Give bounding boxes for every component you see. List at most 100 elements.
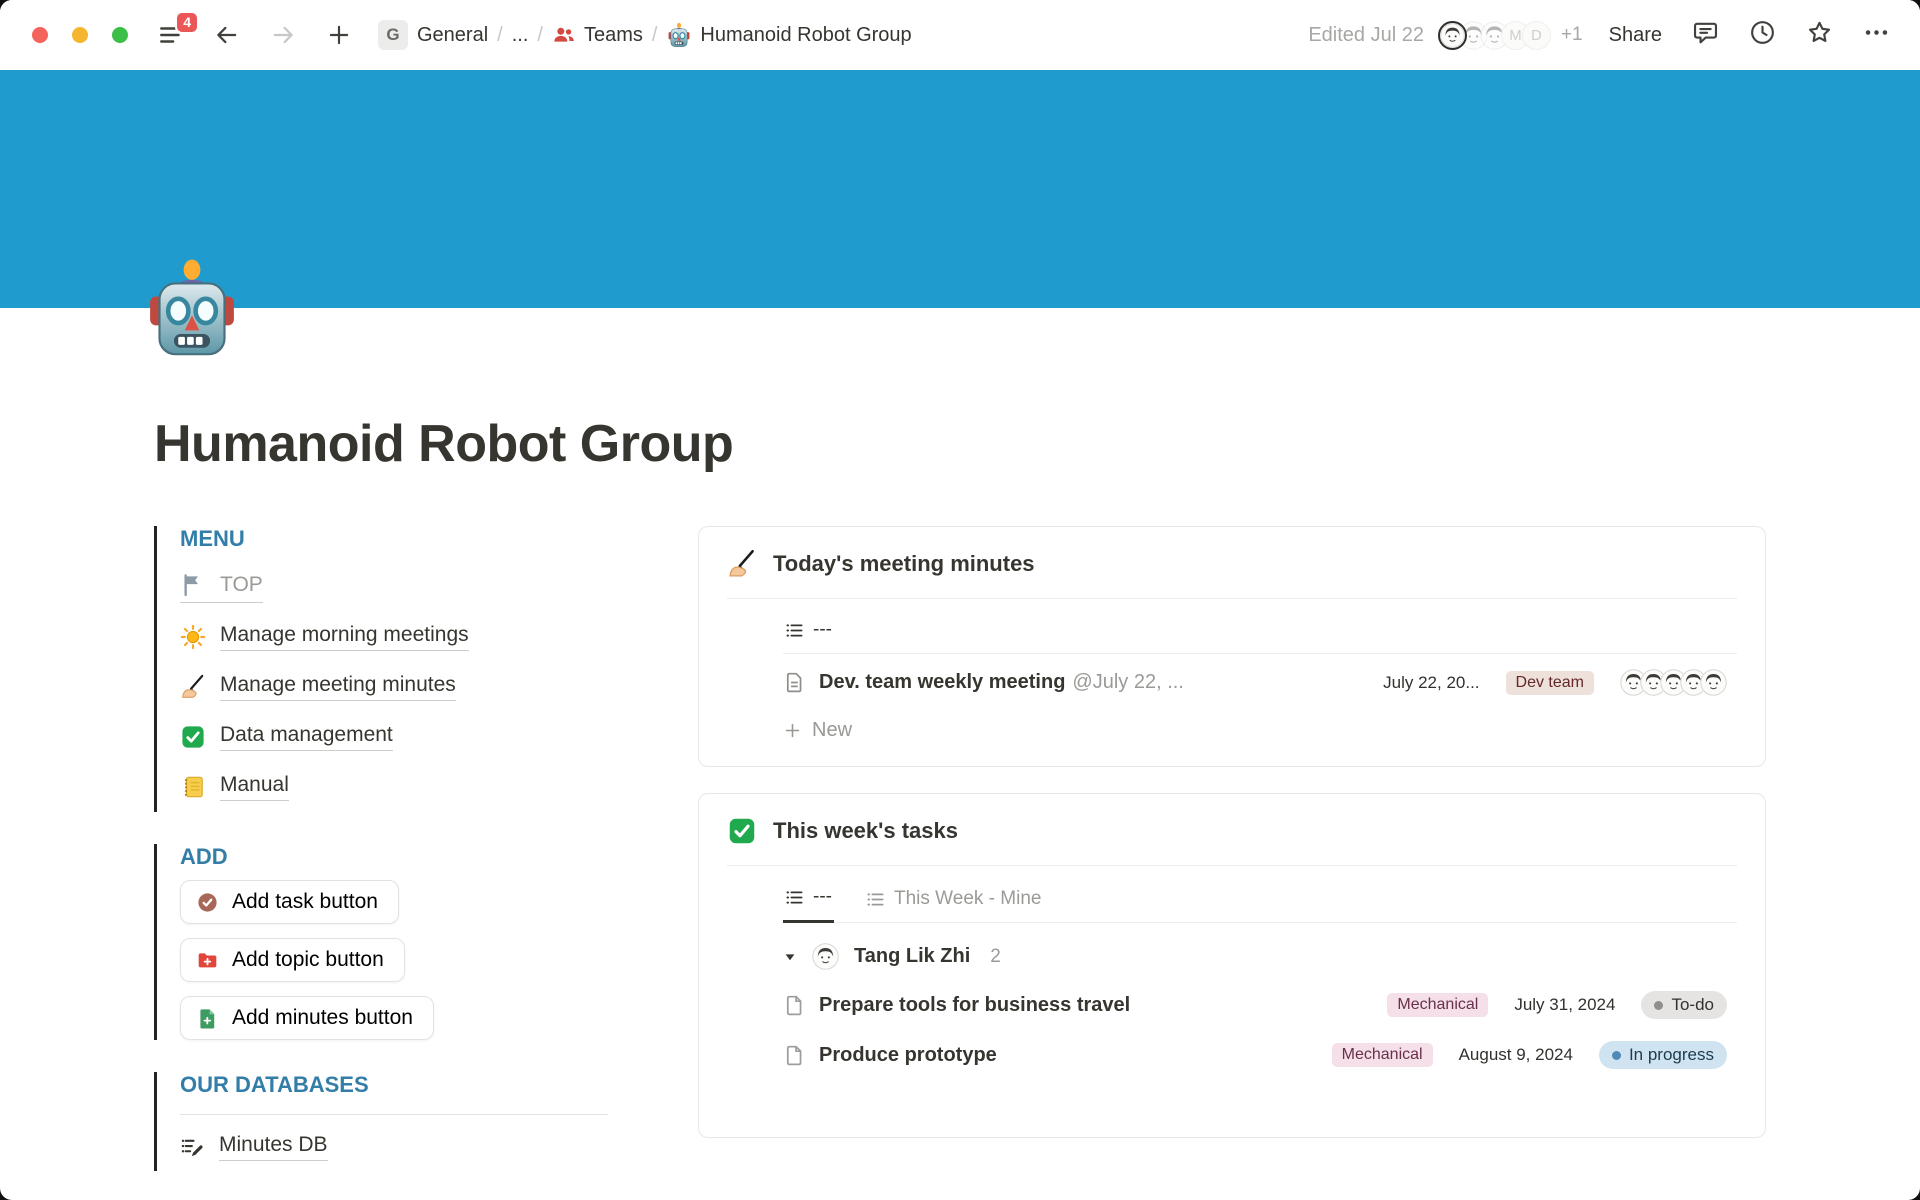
divider <box>180 1114 608 1115</box>
menu-item-label: Manage morning meetings <box>220 623 469 651</box>
new-meeting-button[interactable]: New <box>783 711 1737 766</box>
robot-icon <box>140 256 244 360</box>
breadcrumb-teams-label: Teams <box>584 24 643 47</box>
list-view-icon <box>785 888 804 907</box>
view-tab-default[interactable]: --- <box>783 882 834 923</box>
group-count: 2 <box>990 946 1001 968</box>
group-header[interactable]: Tang Lik Zhi 2 <box>783 923 1737 980</box>
weekly-tasks-card: This week's tasks --- This Week - Mine <box>698 793 1766 1138</box>
page-icon <box>783 671 806 694</box>
minimize-window-button[interactable] <box>72 27 88 43</box>
list-view-icon <box>866 890 885 909</box>
breadcrumb-separator: / <box>537 24 543 47</box>
databases-section: OUR DATABASES Minutes DB <box>154 1072 606 1171</box>
view-tab-label: --- <box>813 619 832 641</box>
avatar-overflow-count[interactable]: +1 <box>1561 24 1583 46</box>
status-dot-icon <box>1612 1051 1621 1060</box>
app-window: 4 G General / ... / <box>0 0 1920 1200</box>
view-tab-label: --- <box>813 886 832 908</box>
databases-heading: OUR DATABASES <box>180 1072 606 1098</box>
status-label: In progress <box>1629 1045 1714 1065</box>
minutes-db-link[interactable]: Minutes DB <box>180 1123 606 1171</box>
list-view-icon <box>785 621 804 640</box>
menu-heading: MENU <box>180 526 606 552</box>
more-options-button[interactable] <box>1863 19 1890 51</box>
breadcrumb: G General / ... / Teams / Humanoid Robot… <box>378 20 912 50</box>
status-dot-icon <box>1654 1001 1663 1010</box>
menu-item-data-management[interactable]: Data management <box>180 712 606 762</box>
database-edit-icon <box>180 1135 205 1160</box>
plus-icon <box>783 721 802 740</box>
add-topic-button[interactable]: Add topic button <box>180 938 405 982</box>
breadcrumb-ellipsis[interactable]: ... <box>512 24 529 47</box>
favorite-button[interactable] <box>1806 19 1833 51</box>
add-minutes-label: Add minutes button <box>232 1006 413 1030</box>
breadcrumb-general[interactable]: General <box>417 24 488 47</box>
avatar <box>1700 669 1727 696</box>
view-tab-label: This Week - Mine <box>894 888 1041 910</box>
page-icon <box>783 1044 806 1067</box>
meeting-minutes-card-header[interactable]: Today's meeting minutes <box>727 527 1737 599</box>
comment-icon <box>1692 19 1719 46</box>
menu-item-meeting-minutes[interactable]: Manage meeting minutes <box>180 662 606 712</box>
menu-item-top[interactable]: TOP <box>180 562 606 612</box>
task-title: Prepare tools for business travel <box>819 994 1130 1017</box>
task-date: July 31, 2024 <box>1514 995 1615 1015</box>
collapse-triangle-icon[interactable] <box>783 950 797 964</box>
meeting-date: July 22, 20... <box>1383 673 1479 693</box>
close-window-button[interactable] <box>32 27 48 43</box>
menu-item-manual[interactable]: Manual <box>180 762 606 812</box>
page-icon-robot[interactable] <box>140 256 244 360</box>
new-page-button[interactable] <box>324 20 354 50</box>
add-heading: ADD <box>180 844 606 870</box>
updates-button[interactable] <box>1749 19 1776 51</box>
avatar[interactable]: D <box>1522 21 1551 50</box>
writing-hand-icon <box>180 674 206 700</box>
avatar[interactable] <box>1438 21 1467 50</box>
menu-item-morning-meetings[interactable]: Manage morning meetings <box>180 612 606 662</box>
team-tag: Dev team <box>1506 671 1594 695</box>
menu-item-label: Manage meeting minutes <box>220 673 456 701</box>
add-task-button[interactable]: Add task button <box>180 880 399 924</box>
group-name: Tang Lik Zhi <box>854 945 970 968</box>
task-row[interactable]: Prepare tools for business travel Mechan… <box>783 980 1737 1030</box>
meeting-row[interactable]: Dev. team weekly meeting @July 22, ... J… <box>783 654 1737 711</box>
task-title: Produce prototype <box>819 1044 997 1067</box>
weekly-tasks-card-header[interactable]: This week's tasks <box>727 794 1737 866</box>
status-badge: To-do <box>1641 991 1727 1019</box>
breadcrumb-teams[interactable]: Teams <box>552 23 643 47</box>
view-tab-default[interactable]: --- <box>783 615 834 653</box>
sidebar-toggle-button[interactable]: 4 <box>156 20 186 50</box>
breadcrumb-separator: / <box>497 24 503 47</box>
menu-item-label: TOP <box>220 573 263 597</box>
edited-timestamp: Edited Jul 22 <box>1308 24 1424 47</box>
task-check-icon <box>196 891 219 914</box>
view-tabs: --- <box>783 599 1737 654</box>
forward-button[interactable] <box>268 20 298 50</box>
card-title: Today's meeting minutes <box>773 551 1035 577</box>
menu-item-label: Data management <box>220 723 393 751</box>
back-button[interactable] <box>212 20 242 50</box>
zoom-window-button[interactable] <box>112 27 128 43</box>
check-icon <box>180 724 206 750</box>
arrow-left-icon <box>214 22 240 48</box>
view-tab-this-week-mine[interactable]: This Week - Mine <box>864 884 1043 922</box>
avatar <box>812 943 839 970</box>
right-column: Today's meeting minutes --- Dev. team we… <box>698 526 1766 1164</box>
menu-section: MENU TOP <box>154 526 606 812</box>
notification-badge: 4 <box>175 11 199 34</box>
task-row[interactable]: Produce prototype Mechanical August 9, 2… <box>783 1030 1737 1080</box>
share-button[interactable]: Share <box>1609 24 1662 47</box>
breadcrumb-current-page[interactable]: Humanoid Robot Group <box>666 22 911 48</box>
writing-hand-icon <box>727 549 757 579</box>
ellipsis-icon <box>1863 19 1890 46</box>
breadcrumb-page-label: Humanoid Robot Group <box>700 24 911 47</box>
minutes-db-label: Minutes DB <box>219 1133 328 1161</box>
comments-button[interactable] <box>1692 19 1719 51</box>
add-minutes-button[interactable]: Add minutes button <box>180 996 434 1040</box>
add-task-label: Add task button <box>232 890 378 914</box>
page-title[interactable]: Humanoid Robot Group <box>154 414 1766 474</box>
plus-icon <box>326 22 352 48</box>
workspace-chip[interactable]: G <box>378 20 408 50</box>
menu-item-label: Manual <box>220 773 289 801</box>
